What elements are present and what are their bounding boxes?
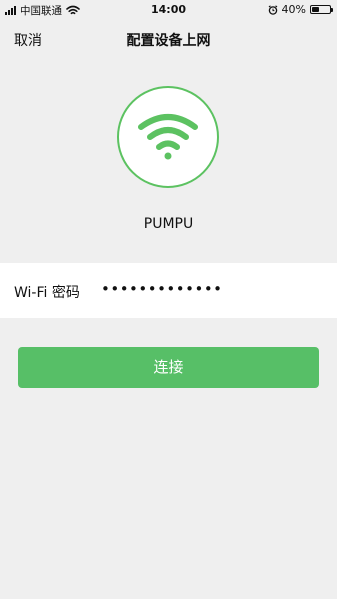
status-bar-right: 40% — [268, 3, 333, 16]
network-ssid: PUMPU — [143, 216, 194, 232]
alarm-icon — [268, 4, 277, 15]
page-title: 配置设备上网 — [126, 33, 211, 49]
wifi-icon — [138, 114, 198, 160]
battery-percent: 40% — [281, 3, 306, 16]
wifi-badge — [117, 86, 219, 188]
password-input[interactable]: ••••••••••••• — [101, 280, 223, 298]
battery-level-fill — [312, 7, 319, 12]
password-label: Wi-Fi 密码 — [14, 285, 80, 301]
battery-icon — [310, 5, 333, 14]
navigation-bar: 取消 配置设备上网 — [0, 20, 337, 58]
connect-button[interactable]: 连接 — [18, 347, 319, 388]
status-bar: 中国联通 14:00 40% — [0, 0, 337, 20]
password-row: Wi-Fi 密码 ••••••••••••• — [0, 263, 337, 318]
